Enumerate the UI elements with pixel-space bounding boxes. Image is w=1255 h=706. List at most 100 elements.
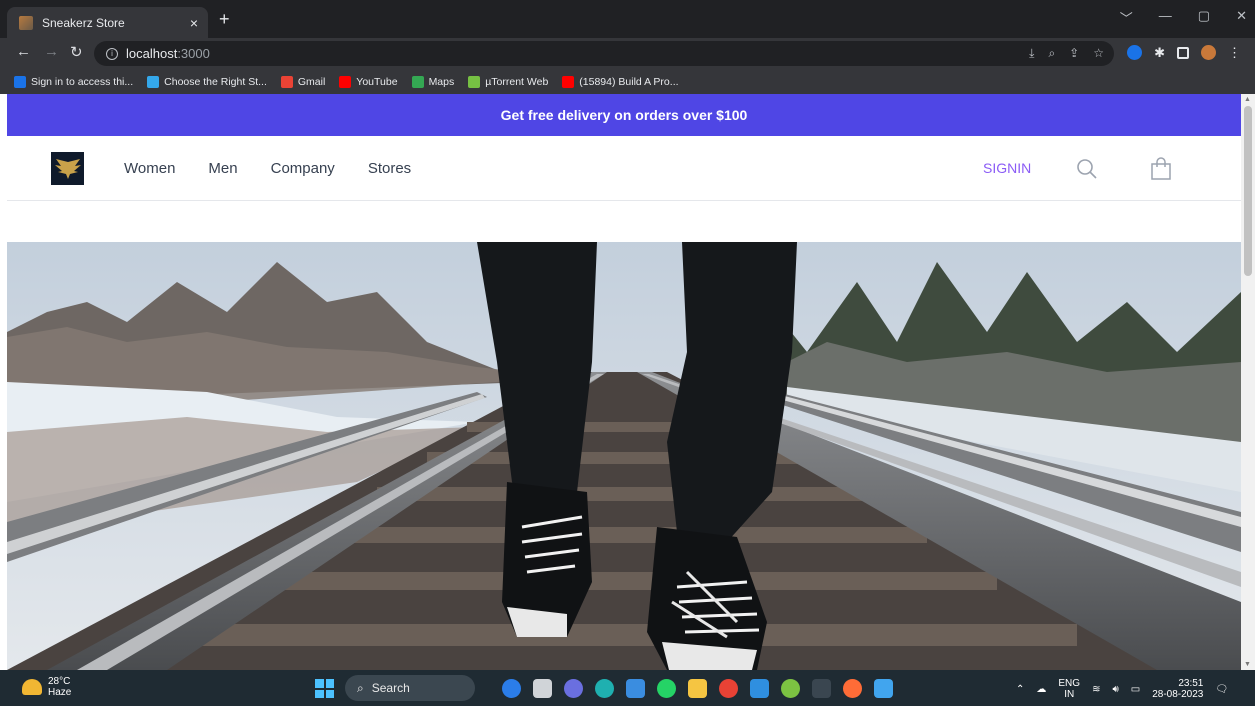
- bookmarks-bar: Sign in to access thi... Choose the Right…: [0, 69, 1255, 94]
- bookmark-item[interactable]: (15894) Build A Pro...: [562, 75, 679, 88]
- weather-haze-icon: [22, 679, 42, 695]
- eagle-logo-icon: [54, 158, 81, 179]
- omnibox-actions: ⤓ ⌕ ⇪ ☆: [1029, 46, 1104, 61]
- extensions-puzzle-icon[interactable]: ✱: [1154, 45, 1165, 60]
- tab-close-icon[interactable]: ×: [190, 15, 198, 31]
- vscode-icon[interactable]: [750, 679, 769, 698]
- menu-kebab-icon[interactable]: ⋮: [1228, 46, 1241, 59]
- teams-icon[interactable]: [564, 679, 583, 698]
- bookmark-favicon-icon: [280, 75, 293, 88]
- bookmark-label: Choose the Right St...: [164, 75, 267, 88]
- favicon-icon: [19, 15, 33, 30]
- taskbar-search[interactable]: ⌕ Search: [345, 675, 475, 701]
- bookmark-favicon-icon: [468, 75, 481, 88]
- share-icon[interactable]: ⇪: [1069, 46, 1079, 61]
- weather-temp: 28°C: [48, 676, 71, 687]
- scroll-thumb[interactable]: [1244, 106, 1252, 276]
- forward-arrow-icon[interactable]: →: [44, 43, 59, 60]
- start-button[interactable]: [315, 679, 334, 698]
- file-explorer-icon[interactable]: [688, 679, 707, 698]
- pinned-apps: [502, 679, 893, 698]
- system-tray: ⌃ ☁ ENG IN ≋ 🔊︎ ▭ 23:51 28-08-2023 🗨︎: [1016, 678, 1228, 700]
- new-tab-button[interactable]: +: [219, 10, 230, 28]
- tab-title: Sneakerz Store: [42, 15, 125, 30]
- restore-button[interactable]: ▢: [1198, 8, 1210, 27]
- shopping-bag-icon[interactable]: [1150, 156, 1172, 180]
- bookmark-label: Sign in to access thi...: [31, 75, 134, 88]
- back-arrow-icon[interactable]: ←: [16, 43, 31, 60]
- show-hidden-icons-icon[interactable]: ⌃: [1016, 684, 1024, 695]
- reload-icon[interactable]: ↻: [70, 43, 83, 61]
- notepad-icon[interactable]: [874, 679, 893, 698]
- store-icon[interactable]: [626, 679, 645, 698]
- bookmark-item[interactable]: Maps: [411, 75, 455, 88]
- screen: Sneakerz Store × + ﹀ — ▢ ✕ ← → ↻ i local…: [0, 0, 1255, 706]
- bookmark-item[interactable]: Sign in to access thi...: [14, 75, 134, 88]
- browser-toolbar: ← → ↻ i localhost:3000 ⤓ ⌕ ⇪ ☆ ✱ ⋮: [0, 38, 1255, 69]
- notifications-icon[interactable]: 🗨︎: [1215, 684, 1228, 695]
- task-view-icon[interactable]: [533, 679, 552, 698]
- scroll-down-arrow-icon[interactable]: ▼: [1244, 661, 1251, 668]
- language-indicator[interactable]: ENG IN: [1058, 678, 1080, 700]
- lang-region: IN: [1064, 689, 1075, 700]
- bookmark-label: Maps: [428, 75, 455, 88]
- wifi-icon[interactable]: ≋: [1092, 684, 1100, 695]
- site-info-icon[interactable]: i: [106, 47, 118, 60]
- url-port: :3000: [177, 46, 210, 61]
- side-panel-icon[interactable]: [1177, 46, 1189, 59]
- bookmark-item[interactable]: YouTube: [339, 75, 398, 88]
- terminal-icon[interactable]: [812, 679, 831, 698]
- onedrive-cloud-icon[interactable]: ☁: [1036, 684, 1046, 695]
- nav-women[interactable]: Women: [124, 160, 175, 177]
- bookmark-item[interactable]: µTorrent Web: [468, 75, 548, 88]
- zoom-icon[interactable]: ⌕: [1048, 46, 1055, 61]
- whatsapp-icon[interactable]: [657, 679, 676, 698]
- profile-avatar[interactable]: [1201, 45, 1216, 60]
- page-scrollbar[interactable]: ▲ ▼: [1241, 94, 1255, 670]
- hero-photo: [7, 242, 1241, 670]
- minimize-button[interactable]: —: [1159, 8, 1172, 27]
- search-icon[interactable]: [1076, 158, 1098, 180]
- promo-banner: Get free delivery on orders over $100: [7, 94, 1241, 136]
- bookmark-favicon-icon: [147, 75, 160, 88]
- window-controls: ﹀ — ▢ ✕: [1120, 8, 1247, 27]
- postman-icon[interactable]: [843, 679, 862, 698]
- address-bar[interactable]: i localhost:3000 ⤓ ⌕ ⇪ ☆: [94, 41, 1114, 66]
- bookmark-label: YouTube: [356, 75, 398, 88]
- nav-company[interactable]: Company: [271, 160, 335, 177]
- bookmark-item[interactable]: Gmail: [280, 75, 326, 88]
- bookmark-star-icon[interactable]: ☆: [1093, 46, 1104, 61]
- site-header: Women Men Company Stores SIGNIN: [7, 136, 1241, 201]
- tab-search-icon[interactable]: ﹀: [1120, 8, 1133, 27]
- weather-widget[interactable]: 28°C Haze: [22, 676, 71, 698]
- lang-code: ENG: [1058, 678, 1081, 689]
- bookmark-item[interactable]: Choose the Right St...: [147, 75, 267, 88]
- close-window-button[interactable]: ✕: [1236, 8, 1247, 27]
- volume-icon[interactable]: 🔊︎: [1112, 684, 1118, 695]
- browser-tab-bar: Sneakerz Store × + ﹀ — ▢ ✕: [0, 0, 1255, 38]
- bookmark-label: Gmail: [297, 75, 326, 88]
- battery-icon[interactable]: ▭: [1131, 684, 1140, 695]
- edge-icon[interactable]: [595, 679, 614, 698]
- nav-men[interactable]: Men: [208, 160, 237, 177]
- website-viewport: Get free delivery on orders over $100 Wo…: [7, 94, 1241, 670]
- site-logo[interactable]: [51, 152, 84, 185]
- clock-time: 23:51: [1178, 678, 1204, 689]
- url-host: localhost: [126, 46, 178, 61]
- signin-link[interactable]: SIGNIN: [983, 160, 1031, 176]
- taskbar-search-label: Search: [371, 681, 410, 695]
- browser-tab[interactable]: Sneakerz Store ×: [7, 7, 208, 38]
- bookmark-favicon-icon: [411, 75, 424, 88]
- weather-condition: Haze: [48, 687, 72, 698]
- install-app-icon[interactable]: ⤓: [1029, 46, 1034, 61]
- os-taskbar: 28°C Haze ⌕ Search ⌃ ☁ ENG IN ≋ 🔊︎ ▭ 23:…: [0, 670, 1255, 706]
- extension-icon[interactable]: [1127, 45, 1143, 60]
- scroll-up-arrow-icon[interactable]: ▲: [1244, 96, 1251, 103]
- bing-icon[interactable]: [502, 679, 521, 698]
- bookmark-favicon-icon: [14, 75, 26, 88]
- nav-stores[interactable]: Stores: [368, 160, 411, 177]
- clock[interactable]: 23:51 28-08-2023: [1152, 678, 1203, 700]
- bookmark-favicon-icon: [339, 75, 352, 88]
- mongodb-compass-icon[interactable]: [781, 679, 800, 698]
- chrome-icon[interactable]: [719, 679, 738, 698]
